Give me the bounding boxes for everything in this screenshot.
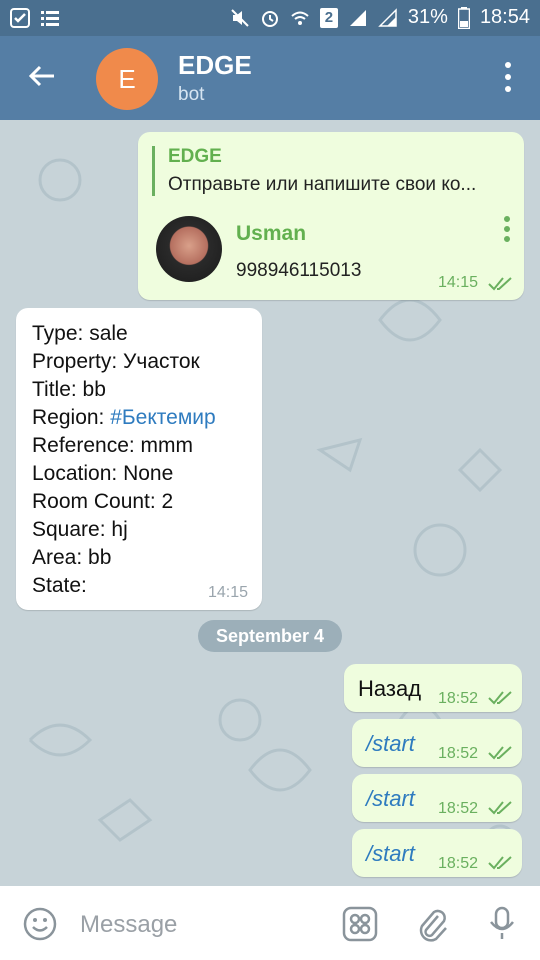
wifi-call-icon: [291, 11, 309, 25]
info-line-square: Square: hj: [32, 518, 128, 541]
message-list[interactable]: EDGE Отправьте или напишите свои ко... U…: [0, 120, 540, 886]
message-time: 14:15: [208, 584, 249, 601]
info-line-title: Title: bb: [32, 378, 106, 401]
double-check-icon: [488, 856, 512, 870]
emoji-icon[interactable]: [22, 906, 58, 942]
incoming-property-message[interactable]: Type: sale Property: Участок Title: bb R…: [16, 308, 262, 610]
outgoing-contact-message[interactable]: EDGE Отправьте или напишите свои ко... U…: [138, 132, 524, 300]
message-text: Назад: [358, 676, 422, 701]
message-composer: [0, 886, 540, 960]
contact-options-icon[interactable]: [504, 216, 512, 246]
double-check-icon: [488, 746, 512, 760]
alarm-icon: [261, 10, 278, 27]
double-check-icon: [488, 277, 512, 291]
overflow-menu-icon[interactable]: [502, 62, 514, 96]
avatar-letter: E: [118, 63, 136, 94]
info-line-room-count: Room Count: 2: [32, 490, 174, 513]
bot-keyboard-icon[interactable]: [342, 906, 378, 942]
reply-sender: EDGE: [168, 146, 222, 167]
battery-icon: [457, 6, 470, 29]
double-check-icon: [488, 691, 512, 705]
date-separator: September 4: [198, 620, 342, 652]
message-input[interactable]: [78, 904, 322, 946]
signal-icon: [349, 9, 366, 26]
region-hashtag-link[interactable]: #Бектемир: [110, 406, 215, 429]
info-line-type: Type: sale: [32, 322, 128, 345]
message-time: 18:52: [438, 690, 479, 707]
region-label: Region:: [32, 406, 111, 429]
info-line-area: Area: bb: [32, 546, 112, 569]
info-line-property: Property: Участок: [32, 350, 200, 373]
contact-phone: 998946115013: [236, 260, 362, 281]
back-arrow-icon[interactable]: [26, 60, 58, 92]
bot-avatar[interactable]: E: [96, 48, 158, 110]
clock: 18:54: [479, 6, 530, 28]
contact-name[interactable]: Usman: [236, 222, 306, 246]
mute-icon: [231, 8, 249, 27]
message-time: 14:15: [438, 274, 479, 291]
bot-command-link[interactable]: /start: [366, 841, 415, 867]
info-line-region: Region: #Бектемир: [32, 404, 262, 432]
checkbox-notification-icon: [10, 8, 30, 28]
chat-title[interactable]: EDGE: [178, 50, 252, 81]
reply-indicator: [152, 146, 155, 196]
battery-percent: 31%: [407, 6, 448, 28]
reply-preview: Отправьте или напишите свои ко...: [168, 174, 477, 195]
chat-subtitle: bot: [178, 84, 205, 105]
sim-badge: 2: [319, 7, 338, 28]
outgoing-message[interactable]: Назад 18:52: [344, 664, 522, 712]
contact-avatar[interactable]: [156, 216, 222, 282]
message-time: 18:52: [438, 745, 479, 762]
double-check-icon: [488, 801, 512, 815]
chat-header: E EDGE bot: [0, 36, 540, 120]
attach-paperclip-icon[interactable]: [414, 906, 450, 942]
message-time: 18:52: [438, 855, 479, 872]
signal-2-icon: [378, 7, 397, 27]
outgoing-command-message[interactable]: /start 18:52: [352, 719, 522, 767]
microphone-icon[interactable]: [484, 906, 520, 942]
list-notification-icon: [41, 11, 59, 26]
outgoing-command-message[interactable]: /start 18:52: [352, 774, 522, 822]
bot-command-link[interactable]: /start: [366, 786, 415, 812]
outgoing-command-message[interactable]: /start 18:52: [352, 829, 522, 877]
status-bar: 2 31% 18:54: [0, 0, 540, 36]
info-line-location: Location: None: [32, 462, 174, 485]
bot-command-link[interactable]: /start: [366, 731, 415, 757]
message-time: 18:52: [438, 800, 479, 817]
info-line-reference: Reference: mmm: [32, 434, 194, 457]
